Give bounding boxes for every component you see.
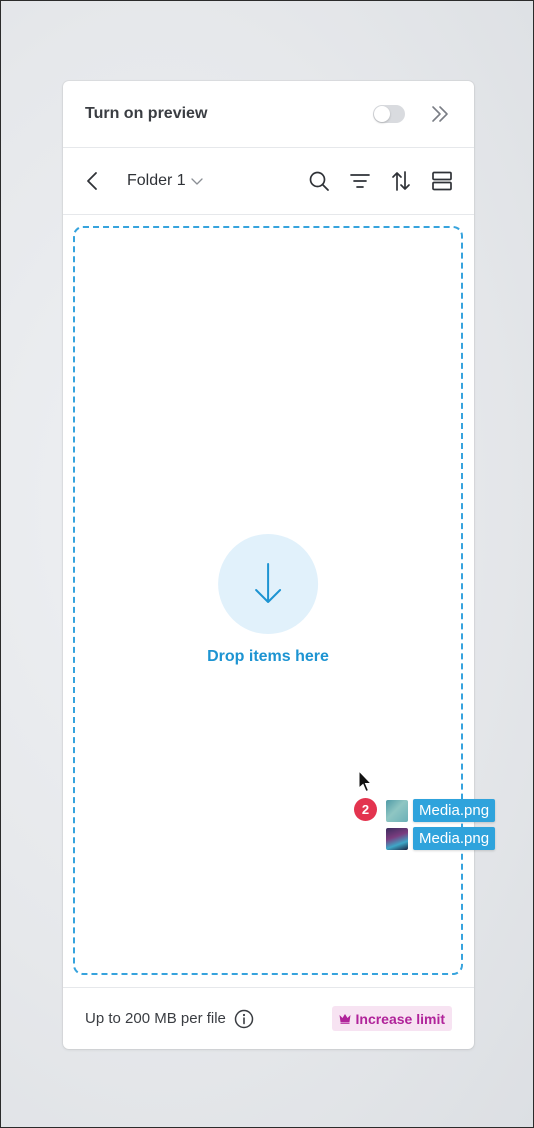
dragged-file-name: Media.png (413, 799, 496, 822)
search-button[interactable] (307, 169, 331, 193)
dragged-file-name: Media.png (413, 827, 496, 850)
filter-icon (350, 174, 370, 188)
drop-zone[interactable]: Drop items here (73, 226, 463, 975)
file-size-limit: Up to 200 MB per file (85, 1010, 226, 1027)
filter-button[interactable] (348, 169, 372, 193)
back-button[interactable] (81, 169, 105, 193)
mouse-pointer-icon (358, 770, 373, 793)
double-chevron-right-icon (432, 106, 448, 122)
dragged-file: Media.png (386, 827, 496, 850)
folder-selector[interactable]: Folder 1 (127, 172, 307, 190)
toolbar-tools (307, 169, 454, 193)
image-thumbnail-icon (386, 827, 408, 850)
toggle-knob (374, 106, 390, 122)
chevron-left-icon (87, 172, 97, 190)
increase-limit-button[interactable]: Increase limit (331, 1006, 452, 1031)
chevron-down-icon (191, 178, 203, 185)
folder-name: Folder 1 (127, 172, 186, 189)
preview-bar: Turn on preview (63, 81, 474, 148)
arrow-down-icon (255, 563, 281, 603)
upload-footer: Up to 200 MB per file Increase limit (63, 987, 474, 1049)
sort-icon (392, 171, 410, 191)
search-icon (309, 171, 329, 191)
folder-toolbar: Folder 1 (63, 148, 474, 215)
list-view-icon (432, 171, 452, 191)
drop-circle (218, 534, 318, 634)
drag-count-badge: 2 (354, 798, 377, 821)
view-layout-button[interactable] (430, 169, 454, 193)
increase-limit-label: Increase limit (355, 1010, 446, 1027)
sort-button[interactable] (389, 169, 413, 193)
dragged-file: Media.png (386, 799, 496, 822)
info-icon[interactable] (234, 1009, 254, 1029)
crown-icon (339, 1014, 350, 1024)
media-panel: Turn on preview Folder 1 Drop items here… (63, 81, 474, 1049)
drop-label: Drop items here (207, 648, 329, 665)
image-thumbnail-icon (386, 799, 408, 822)
collapse-panel-button[interactable] (428, 102, 452, 126)
preview-toggle[interactable] (373, 105, 405, 123)
drop-indicator: Drop items here (207, 534, 329, 666)
preview-title: Turn on preview (85, 105, 208, 122)
